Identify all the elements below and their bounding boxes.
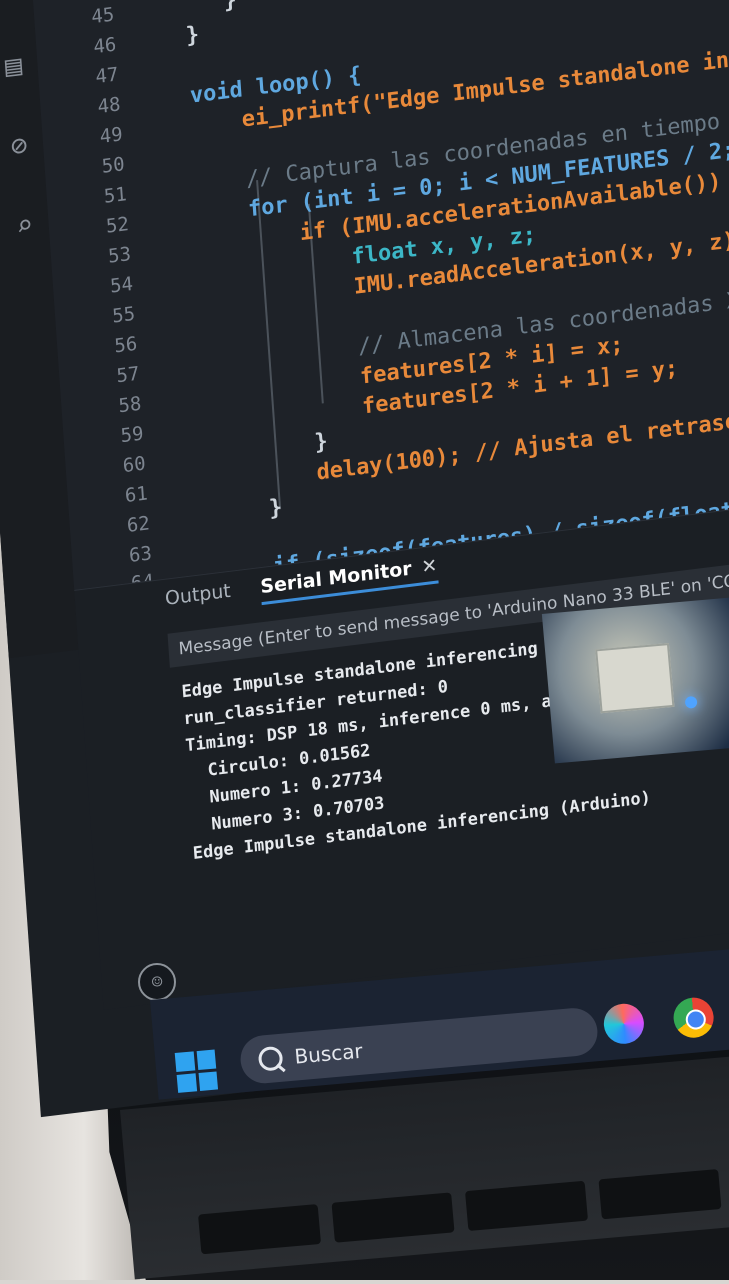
copilot-icon[interactable] <box>602 1002 646 1046</box>
taskbar-search-label: Buscar <box>293 1038 364 1069</box>
tab-output[interactable]: Output <box>164 580 232 617</box>
windows-start-icon[interactable] <box>174 1049 219 1093</box>
chrome-icon[interactable] <box>671 996 716 1040</box>
board-chip <box>595 643 675 714</box>
camera-video-overlay <box>541 596 729 764</box>
code-text: } <box>313 428 329 456</box>
code-editor[interactable]: 44 45} 46} 47 48void loop() { 49ei_print… <box>29 0 729 595</box>
close-icon[interactable]: ✕ <box>421 554 438 578</box>
no-entry-icon[interactable]: ⊘ <box>2 127 36 163</box>
explorer-icon[interactable]: ▤ <box>0 47 30 83</box>
laptop-screen: ▤ ⊘ ⌕ 44 45} 46} 47 48void loop() { 49ei… <box>0 0 729 1118</box>
code-text: } <box>184 21 200 49</box>
search-icon[interactable]: ⌕ <box>8 207 42 243</box>
account-icon[interactable]: ☺ <box>138 963 176 1001</box>
tab-label: Serial Monitor <box>259 557 413 599</box>
code-text: } <box>222 0 238 14</box>
board-led <box>684 695 698 709</box>
code-text: } <box>268 494 284 522</box>
search-icon <box>257 1045 284 1072</box>
